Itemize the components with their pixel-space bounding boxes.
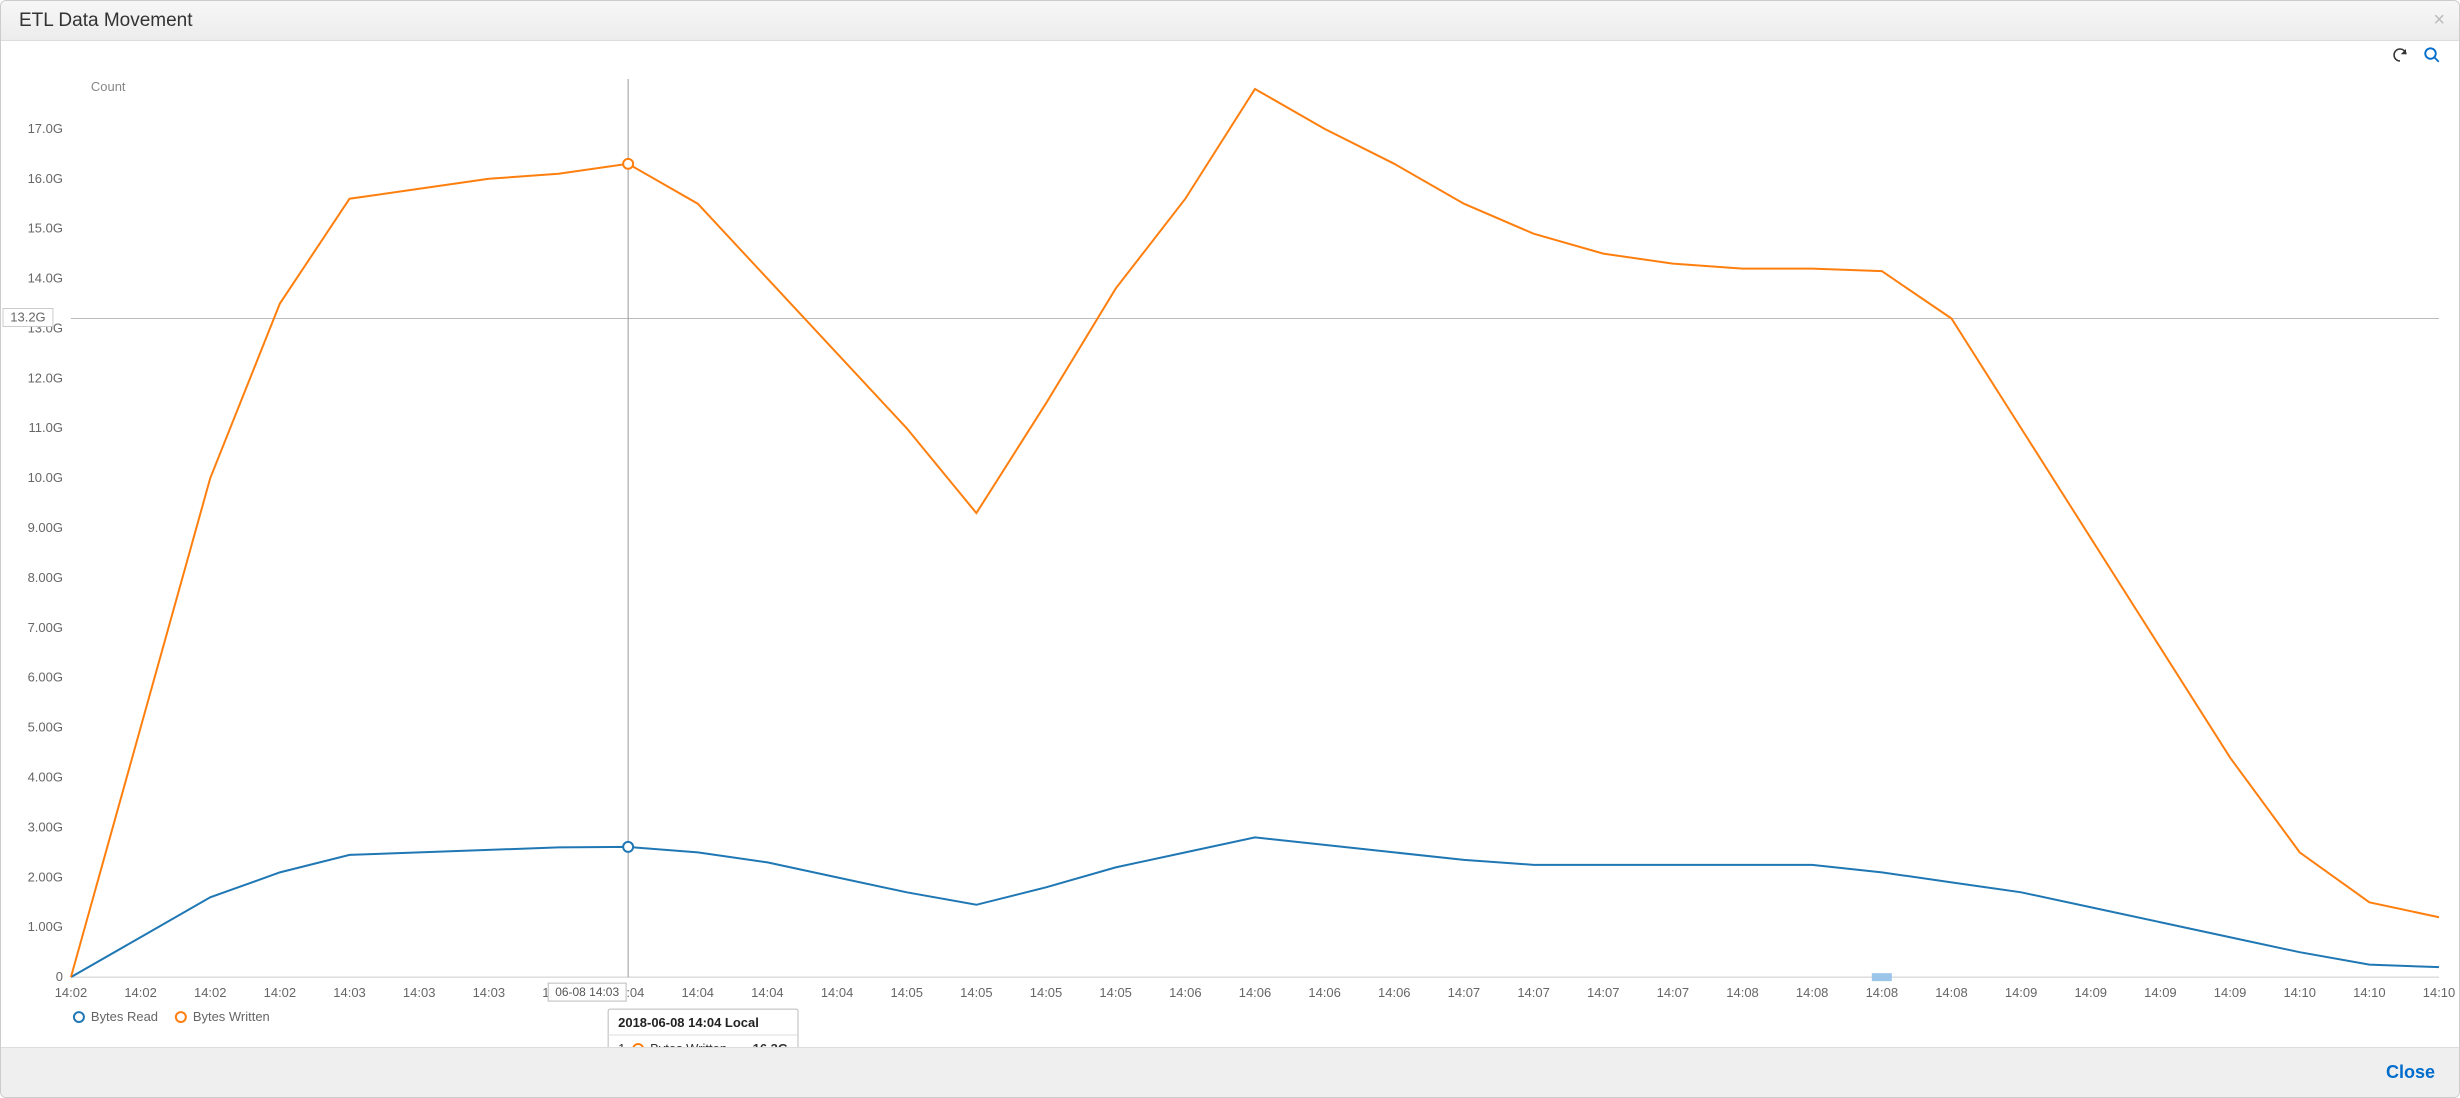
- hover-point: [623, 842, 633, 852]
- x-selection-marker[interactable]: [1872, 973, 1892, 981]
- x-tick-label: 14:05: [890, 985, 922, 1000]
- x-tick-label: 14:06: [1308, 985, 1340, 1000]
- x-tick-label: 14:07: [1587, 985, 1619, 1000]
- x-tick-label: 14:02: [264, 985, 296, 1000]
- x-tick-label: 14:05: [1099, 985, 1131, 1000]
- x-tick-label: 14:10: [2423, 985, 2455, 1000]
- legend-label-read: Bytes Read: [91, 1009, 158, 1024]
- legend-swatch-written: [176, 1012, 186, 1022]
- x-tick-label: 14:05: [960, 985, 992, 1000]
- y-tick-label: 17.0G: [28, 121, 63, 136]
- x-tick-label: 14:09: [2144, 985, 2176, 1000]
- x-tick-label: 14:03: [403, 985, 435, 1000]
- close-icon[interactable]: ×: [2433, 9, 2445, 32]
- x-tick-label: 14:09: [2005, 985, 2037, 1000]
- legend-label-written: Bytes Written: [193, 1009, 270, 1024]
- modal-footer: Close: [1, 1047, 2459, 1097]
- close-button[interactable]: Close: [2386, 1062, 2435, 1083]
- x-tick-label: 14:03: [473, 985, 505, 1000]
- chart-svg: 0 1.00G 2.00G 3.00G 4.00G 5.00G 6.00G 7.00G 8.00…: [1, 69, 2459, 1047]
- x-tick-label: 14:06: [1239, 985, 1271, 1000]
- chart-area[interactable]: 0 1.00G 2.00G 3.00G 4.00G 5.00G 6.00G 7.00G 8.00…: [1, 69, 2459, 1047]
- x-tick-label: 14:05: [1030, 985, 1062, 1000]
- refresh-icon[interactable]: [2391, 46, 2409, 64]
- y-tick-label: 5.00G: [28, 720, 63, 735]
- y-tick-label: 14.0G: [28, 271, 63, 286]
- y-tick-label: 3.00G: [28, 819, 63, 834]
- x-tick-label: 14:02: [124, 985, 156, 1000]
- x-tick-label: 14:07: [1517, 985, 1549, 1000]
- zoom-icon[interactable]: [2423, 46, 2441, 64]
- tooltip-row-idx: 1.: [618, 1041, 629, 1047]
- y-tick-label: 0: [56, 969, 63, 984]
- tooltip-swatch-written: [633, 1044, 643, 1047]
- y-axis-label: Count: [91, 79, 126, 94]
- y-tick-label: 1.00G: [28, 919, 63, 934]
- modal-dialog: ETL Data Movement × 0 1.00G 2.00G 3.00G 4.00…: [0, 0, 2460, 1098]
- hover-date-label: 06-08 14:03: [555, 985, 619, 999]
- y-tick-label: 10.0G: [28, 470, 63, 485]
- tooltip-row-name: Bytes Written: [650, 1041, 727, 1047]
- x-tick-label: 14:02: [194, 985, 226, 1000]
- y-tick-label: 15.0G: [28, 221, 63, 236]
- x-tick-label: 14:04: [821, 985, 853, 1000]
- series-line: [71, 837, 2439, 977]
- modal-title: ETL Data Movement: [19, 10, 193, 32]
- y-tick-label: 11.0G: [29, 420, 63, 435]
- x-tick-label: 14:06: [1378, 985, 1410, 1000]
- x-tick-label: 14:10: [2353, 985, 2385, 1000]
- x-tick-label: 14:07: [1448, 985, 1480, 1000]
- legend-swatch-read: [74, 1012, 84, 1022]
- y-tick-label: 16.0G: [28, 171, 63, 186]
- x-tick-label: 14:08: [1796, 985, 1828, 1000]
- y-tick-label: 6.00G: [28, 670, 63, 685]
- y-tick-label: 7.00G: [28, 620, 63, 635]
- y-tick-label: 8.00G: [28, 570, 63, 585]
- x-tick-label: 14:02: [55, 985, 87, 1000]
- x-tick-label: 14:08: [1866, 985, 1898, 1000]
- x-tick-label: 14:04: [682, 985, 714, 1000]
- x-tick-label: 14:08: [1935, 985, 1967, 1000]
- x-tick-label: 14:08: [1726, 985, 1758, 1000]
- reference-label: 13.2G: [10, 309, 45, 324]
- y-tick-label: 4.00G: [28, 770, 63, 785]
- series-line: [71, 89, 2439, 977]
- x-tick-label: 14:04: [751, 985, 783, 1000]
- x-tick-label: 14:09: [2075, 985, 2107, 1000]
- y-tick-label: 2.00G: [28, 869, 63, 884]
- tooltip-row-value: 16.3G: [753, 1041, 788, 1047]
- tooltip-title: 2018-06-08 14:04 Local: [618, 1015, 759, 1030]
- x-tick-label: 14:06: [1169, 985, 1201, 1000]
- y-tick-label: 12.0G: [28, 370, 63, 385]
- y-tick-label: 9.00G: [28, 520, 63, 535]
- modal-header: ETL Data Movement ×: [1, 1, 2459, 41]
- chart-toolbar: [1, 41, 2459, 69]
- x-tick-label: 14:09: [2214, 985, 2246, 1000]
- x-tick-label: 14:10: [2283, 985, 2315, 1000]
- x-tick-label: 14:03: [333, 985, 365, 1000]
- hover-point: [623, 159, 633, 169]
- x-tick-label: 14:07: [1657, 985, 1689, 1000]
